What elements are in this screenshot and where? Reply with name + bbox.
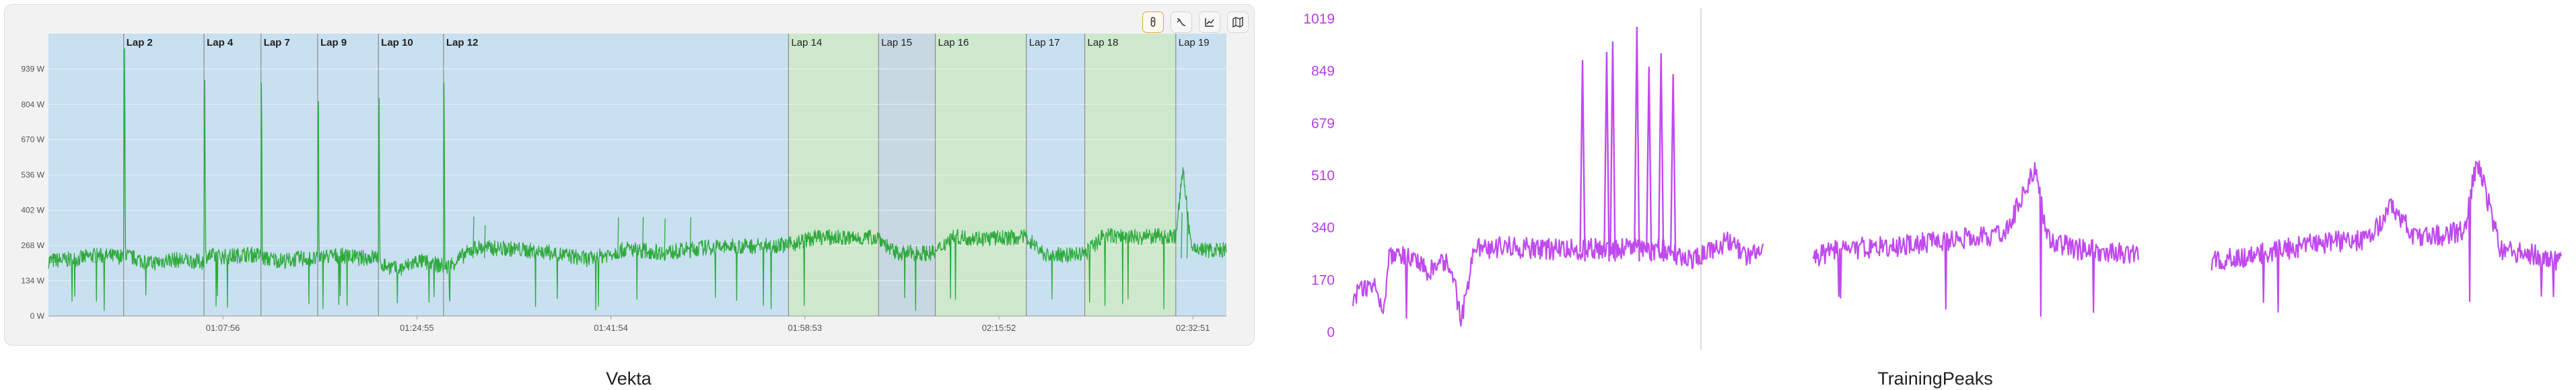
power-line bbox=[2211, 160, 2563, 313]
x-tick-label: 01:24:55 bbox=[400, 323, 434, 333]
y-tick-label: 170 bbox=[1311, 272, 1335, 288]
lap-label: Lap 2 bbox=[127, 37, 153, 48]
x-tick-label: 01:58:53 bbox=[788, 323, 822, 333]
lap-label: Lap 15 bbox=[881, 37, 912, 48]
power-spike bbox=[1657, 53, 1665, 262]
y-tick-label: 268 W bbox=[21, 241, 44, 250]
x-tick-label: 01:41:54 bbox=[594, 323, 628, 333]
y-tick-label: 340 bbox=[1311, 221, 1335, 236]
y-tick-label: 536 W bbox=[21, 170, 44, 180]
y-tick-label: 1019 bbox=[1303, 11, 1335, 27]
lap-label: Lap 19 bbox=[1179, 37, 1210, 48]
lap-label: Lap 7 bbox=[264, 37, 290, 48]
power-line bbox=[1812, 161, 2139, 317]
lap-label: Lap 10 bbox=[381, 37, 413, 48]
lap-label: Lap 14 bbox=[791, 37, 822, 48]
y-tick-label: 804 W bbox=[21, 100, 44, 109]
vekta-power-chart: Lap 2 Lap 4 Lap 7 Lap 9 Lap 10 Lap 12 Lap 14 La… bbox=[21, 34, 1227, 333]
vekta-caption: Vekta bbox=[606, 368, 652, 389]
x-tick-label: 02:32:51 bbox=[1176, 323, 1210, 333]
lap-label: Lap 18 bbox=[1088, 37, 1119, 48]
x-tick-label: 01:07:56 bbox=[206, 323, 240, 333]
lap-label: Lap 4 bbox=[207, 37, 234, 48]
lap-label: Lap 16 bbox=[938, 37, 969, 48]
power-spike bbox=[1645, 67, 1652, 262]
lap-label: Lap 17 bbox=[1029, 37, 1060, 48]
trainingpeaks-power-chart: 0 170 340 510 679 849 1019 bbox=[1303, 8, 2563, 350]
y-tick-label: 510 bbox=[1311, 168, 1335, 184]
power-spike bbox=[1609, 41, 1616, 262]
y-tick-label: 134 W bbox=[21, 276, 44, 286]
y-tick-label: 939 W bbox=[21, 64, 44, 73]
power-spike bbox=[1603, 52, 1610, 262]
power-line bbox=[1352, 231, 1764, 327]
y-tick-label: 679 bbox=[1311, 116, 1335, 131]
power-spike bbox=[1669, 74, 1677, 262]
lap-label: Lap 12 bbox=[446, 37, 479, 48]
y-tick-label: 849 bbox=[1311, 64, 1335, 79]
y-tick-label: 670 W bbox=[21, 135, 44, 145]
y-tick-label: 0 bbox=[1327, 325, 1335, 340]
trainingpeaks-caption: TrainingPeaks bbox=[1877, 368, 1993, 389]
power-spike bbox=[1579, 60, 1586, 262]
y-tick-label: 402 W bbox=[21, 206, 44, 215]
power-spike bbox=[1634, 26, 1640, 262]
y-tick-label: 0 W bbox=[30, 311, 45, 321]
x-tick-label: 02:15:52 bbox=[982, 323, 1016, 333]
lap-label: Lap 9 bbox=[320, 37, 347, 48]
